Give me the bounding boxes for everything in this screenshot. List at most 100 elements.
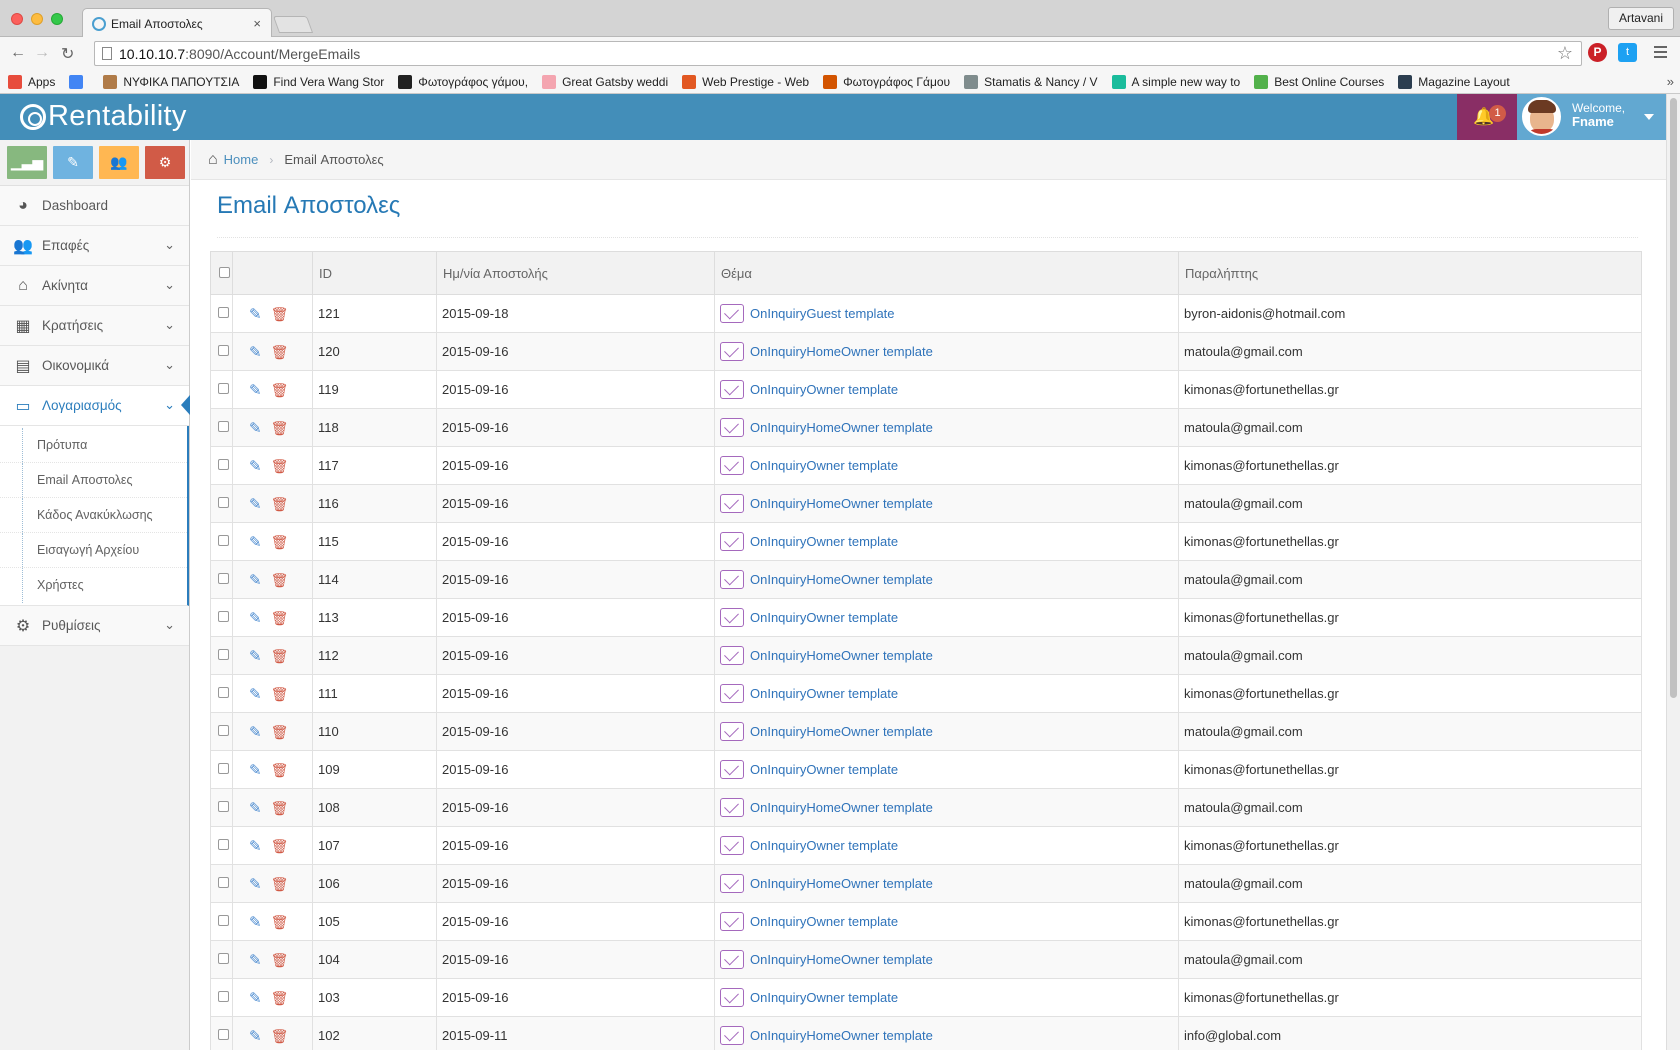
bookmark-item[interactable]: A simple new way to (1111, 74, 1240, 89)
row-checkbox[interactable] (218, 573, 229, 584)
edit-pencil-icon[interactable]: ✎ (249, 990, 262, 1007)
edit-pencil-icon[interactable]: ✎ (249, 838, 262, 855)
edit-pencil-icon[interactable]: ✎ (249, 306, 262, 323)
delete-trash-icon[interactable]: 🗑 (271, 1028, 289, 1044)
edit-pencil-icon[interactable]: ✎ (249, 724, 262, 741)
edit-pencil-icon[interactable]: ✎ (249, 1028, 262, 1045)
sidebar-item[interactable]: ▤ Οικονομικά ⌄ (0, 346, 189, 386)
subject-link[interactable]: OnInquiryOwner template (750, 610, 898, 625)
row-checkbox[interactable] (218, 535, 229, 546)
row-checkbox[interactable] (218, 649, 229, 660)
row-checkbox[interactable] (218, 877, 229, 888)
subject-link[interactable]: OnInquiryHomeOwner template (750, 420, 933, 435)
delete-trash-icon[interactable]: 🗑 (271, 952, 289, 968)
minimize-window-button[interactable] (31, 13, 43, 25)
bookmark-star-icon[interactable]: ☆ (1557, 43, 1573, 64)
edit-pencil-icon[interactable]: ✎ (249, 534, 262, 551)
row-checkbox[interactable] (218, 307, 229, 318)
bookmark-item[interactable]: Find Vera Wang Stor (253, 74, 384, 89)
table-row[interactable]: ✎ 🗑 112 2015-09-16 OnInquiryHomeOwner templa… (210, 636, 1642, 675)
sidebar-item[interactable]: ▭ Λογαριασμός ⌄ (0, 386, 190, 426)
column-header-date[interactable]: Ημ/νία Αποστολής (436, 251, 715, 295)
row-checkbox[interactable] (218, 497, 229, 508)
row-checkbox[interactable] (218, 383, 229, 394)
subject-link[interactable]: OnInquiryOwner template (750, 914, 898, 929)
subject-link[interactable]: OnInquiryHomeOwner template (750, 496, 933, 511)
bookmark-item[interactable] (69, 74, 89, 89)
table-row[interactable]: ✎ 🗑 108 2015-09-16 OnInquiryHomeOwner templa… (210, 788, 1642, 827)
page-scrollbar[interactable] (1666, 94, 1680, 1050)
bookmark-item[interactable]: Φωτογράφος γάμου, (398, 74, 528, 89)
new-tab-button[interactable] (272, 16, 314, 33)
subject-link[interactable]: OnInquiryOwner template (750, 382, 898, 397)
row-checkbox[interactable] (218, 345, 229, 356)
breadcrumb-home-link[interactable]: Home (224, 152, 259, 167)
table-row[interactable]: ✎ 🗑 119 2015-09-16 OnInquiryOwner template ki… (210, 370, 1642, 409)
bookmark-item[interactable]: Apps (8, 74, 55, 89)
settings-shortcut-button[interactable]: ⚙ (145, 146, 185, 179)
user-menu[interactable]: Welcome, Fname (1517, 94, 1666, 140)
table-row[interactable]: ✎ 🗑 115 2015-09-16 OnInquiryOwner template ki… (210, 522, 1642, 561)
subject-link[interactable]: OnInquiryHomeOwner template (750, 800, 933, 815)
edit-pencil-icon[interactable]: ✎ (249, 648, 262, 665)
table-row[interactable]: ✎ 🗑 102 2015-09-11 OnInquiryHomeOwner templa… (210, 1016, 1642, 1050)
row-checkbox[interactable] (218, 1029, 229, 1040)
subject-link[interactable]: OnInquiryOwner template (750, 838, 898, 853)
forward-arrow-icon[interactable]: → (34, 44, 50, 62)
bookmarks-overflow-icon[interactable]: » (1667, 74, 1674, 89)
delete-trash-icon[interactable]: 🗑 (271, 382, 289, 398)
delete-trash-icon[interactable]: 🗑 (271, 876, 289, 892)
row-checkbox[interactable] (218, 991, 229, 1002)
edit-pencil-icon[interactable]: ✎ (249, 382, 262, 399)
table-row[interactable]: ✎ 🗑 106 2015-09-16 OnInquiryHomeOwner templa… (210, 864, 1642, 903)
sidebar-subitem[interactable]: Χρήστες (0, 568, 187, 603)
sidebar-item[interactable]: ▦ Κρατήσεις ⌄ (0, 306, 189, 346)
delete-trash-icon[interactable]: 🗑 (271, 458, 289, 474)
row-checkbox[interactable] (218, 801, 229, 812)
column-header-recipient[interactable]: Παραλήπτης (1178, 251, 1642, 295)
subject-link[interactable]: OnInquiryHomeOwner template (750, 572, 933, 587)
scrollbar-thumb[interactable] (1670, 98, 1677, 698)
table-row[interactable]: ✎ 🗑 118 2015-09-16 OnInquiryHomeOwner templa… (210, 408, 1642, 447)
delete-trash-icon[interactable]: 🗑 (271, 610, 289, 626)
delete-trash-icon[interactable]: 🗑 (271, 306, 289, 322)
table-row[interactable]: ✎ 🗑 114 2015-09-16 OnInquiryHomeOwner templa… (210, 560, 1642, 599)
chrome-menu-icon[interactable] (1654, 46, 1667, 61)
edit-pencil-icon[interactable]: ✎ (249, 420, 262, 437)
back-arrow-icon[interactable]: ← (10, 44, 26, 62)
row-checkbox[interactable] (218, 763, 229, 774)
close-window-button[interactable] (11, 13, 23, 25)
delete-trash-icon[interactable]: 🗑 (271, 572, 289, 588)
sidebar-subitem[interactable]: Εισαγωγή Αρχείου (0, 533, 187, 568)
profile-button[interactable]: Artavani (1607, 7, 1674, 30)
subject-link[interactable]: OnInquiryOwner template (750, 762, 898, 777)
subject-link[interactable]: OnInquiryHomeOwner template (750, 952, 933, 967)
edit-pencil-icon[interactable]: ✎ (249, 876, 262, 893)
edit-pencil-icon[interactable]: ✎ (249, 914, 262, 931)
edit-pencil-icon[interactable]: ✎ (249, 344, 262, 361)
bookmark-item[interactable]: Great Gatsby weddi (542, 74, 668, 89)
edit-shortcut-button[interactable]: ✎ (53, 146, 93, 179)
delete-trash-icon[interactable]: 🗑 (271, 496, 289, 512)
edit-pencil-icon[interactable]: ✎ (249, 686, 262, 703)
delete-trash-icon[interactable]: 🗑 (271, 914, 289, 930)
row-checkbox[interactable] (218, 953, 229, 964)
subject-link[interactable]: OnInquiryHomeOwner template (750, 648, 933, 663)
table-row[interactable]: ✎ 🗑 113 2015-09-16 OnInquiryOwner template ki… (210, 598, 1642, 637)
delete-trash-icon[interactable]: 🗑 (271, 762, 289, 778)
sidebar-item[interactable]: ⌂ Ακίνητα ⌄ (0, 266, 189, 306)
close-tab-icon[interactable]: × (253, 16, 261, 31)
sidebar-item[interactable]: ⚙ Ρυθμίσεις ⌄ (0, 606, 189, 646)
browser-tab[interactable]: Email Αποστολες × (82, 8, 272, 38)
table-row[interactable]: ✎ 🗑 111 2015-09-16 OnInquiryOwner template ki… (210, 674, 1642, 713)
bookmark-item[interactable]: Magazine Layout (1398, 74, 1510, 89)
table-row[interactable]: ✎ 🗑 103 2015-09-16 OnInquiryOwner template ki… (210, 978, 1642, 1017)
table-row[interactable]: ✎ 🗑 110 2015-09-16 OnInquiryHomeOwner templa… (210, 712, 1642, 751)
users-shortcut-button[interactable]: 👥 (99, 146, 139, 179)
row-checkbox[interactable] (218, 459, 229, 470)
notifications-button[interactable]: 🔔 1 (1457, 94, 1517, 140)
table-row[interactable]: ✎ 🗑 107 2015-09-16 OnInquiryOwner template ki… (210, 826, 1642, 865)
maximize-window-button[interactable] (51, 13, 63, 25)
row-checkbox[interactable] (218, 611, 229, 622)
edit-pencil-icon[interactable]: ✎ (249, 610, 262, 627)
